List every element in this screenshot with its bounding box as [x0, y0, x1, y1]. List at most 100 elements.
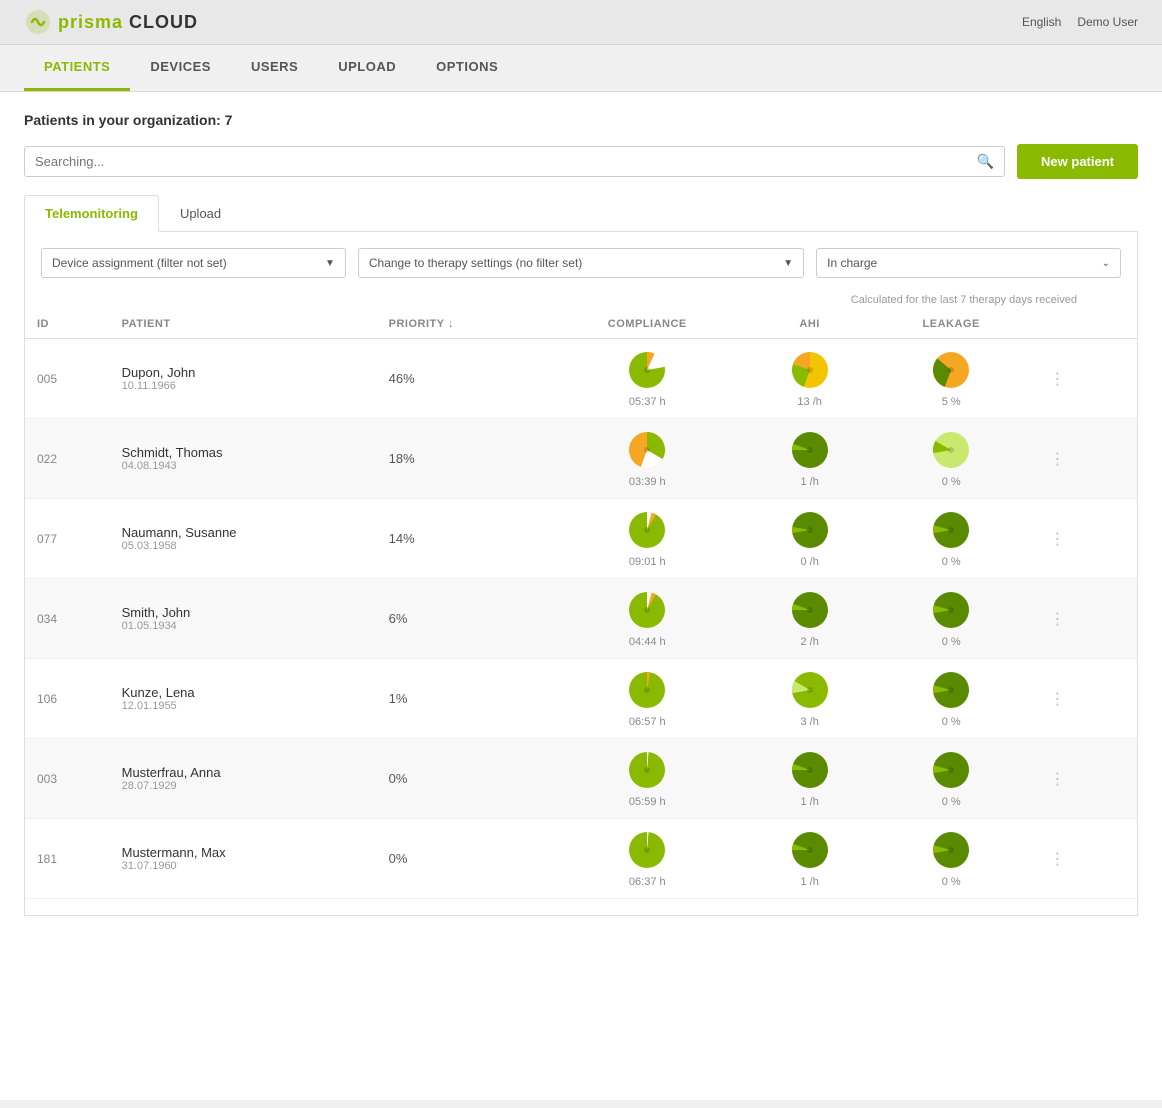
nav-users[interactable]: USERS: [231, 45, 318, 91]
patient-id: 077: [25, 499, 110, 579]
new-patient-button[interactable]: New patient: [1017, 144, 1138, 179]
table-header-row: ID PATIENT PRIORITY ↓ COMPLIANCE AHI LEA…: [25, 310, 1137, 339]
patient-priority: 18%: [377, 419, 549, 499]
row-menu[interactable]: ⋮: [1029, 739, 1137, 819]
table-container: Calculated for the last 7 therapy days r…: [25, 294, 1137, 899]
patient-id: 106: [25, 659, 110, 739]
compliance-chart: 05:37 h: [548, 339, 746, 419]
tab-panel-telemonitoring: Device assignment (filter not set) ▼ Cha…: [24, 232, 1138, 916]
patients-table: ID PATIENT PRIORITY ↓ COMPLIANCE AHI LEA…: [25, 310, 1137, 899]
device-assignment-label: Device assignment (filter not set): [52, 256, 227, 270]
ahi-chart: "/> 3 /h: [746, 659, 873, 739]
patient-info: Dupon, John 10.11.1966: [110, 339, 377, 419]
in-charge-label: In charge: [827, 256, 877, 270]
filter-arrow-device: ▼: [325, 258, 335, 269]
main-content: Patients in your organization: 7 🔍 New p…: [0, 92, 1162, 1100]
therapy-settings-label: Change to therapy settings (no filter se…: [369, 256, 582, 270]
patient-priority: 6%: [377, 579, 549, 659]
table-row[interactable]: 181 Mustermann, Max 31.07.1960 0% 06:37 …: [25, 819, 1137, 899]
row-menu[interactable]: ⋮: [1029, 579, 1137, 659]
patient-priority: 14%: [377, 499, 549, 579]
leakage-chart: 0 %: [873, 819, 1029, 899]
col-priority: PRIORITY ↓: [377, 310, 549, 339]
nav-upload[interactable]: UPLOAD: [318, 45, 416, 91]
compliance-chart: 03:39 h: [548, 419, 746, 499]
row-menu[interactable]: ⋮: [1029, 339, 1137, 419]
logo-icon: [24, 8, 52, 36]
table-row[interactable]: 077 Naumann, Susanne 05.03.1958 14% 09:0…: [25, 499, 1137, 579]
calc-note: Calculated for the last 7 therapy days r…: [25, 294, 1137, 306]
filter-arrow-therapy: ▼: [783, 258, 793, 269]
logo: prisma CLOUD: [24, 8, 198, 36]
leakage-chart: 0 %: [873, 499, 1029, 579]
filter-arrow-charge: ⌄: [1102, 258, 1110, 269]
table-row[interactable]: 005 Dupon, John 10.11.1966 46% 05:37 h 1…: [25, 339, 1137, 419]
patient-info: Smith, John 01.05.1934: [110, 579, 377, 659]
ahi-chart: 0 /h: [746, 499, 873, 579]
compliance-chart: 05:59 h: [548, 739, 746, 819]
compliance-chart: 06:57 h: [548, 659, 746, 739]
row-menu[interactable]: ⋮: [1029, 499, 1137, 579]
device-assignment-filter[interactable]: Device assignment (filter not set) ▼: [41, 248, 346, 278]
patient-id: 005: [25, 339, 110, 419]
patient-info: Mustermann, Max 31.07.1960: [110, 819, 377, 899]
col-actions: [1029, 310, 1137, 339]
tab-telemonitoring[interactable]: Telemonitoring: [24, 195, 159, 232]
search-input[interactable]: [35, 154, 977, 169]
page-title: Patients in your organization: 7: [24, 112, 1138, 128]
compliance-chart: 09:01 h: [548, 499, 746, 579]
nav-bar: PATIENTS DEVICES USERS UPLOAD OPTIONS: [0, 45, 1162, 92]
ahi-chart: 1 /h: [746, 419, 873, 499]
top-right-nav: English Demo User: [1022, 15, 1138, 29]
search-icon: 🔍: [977, 153, 994, 170]
user-menu[interactable]: Demo User: [1077, 15, 1138, 29]
table-row[interactable]: 022 Schmidt, Thomas 04.08.1943 18% 03:39…: [25, 419, 1137, 499]
leakage-chart: 0 %: [873, 419, 1029, 499]
col-compliance: COMPLIANCE: [548, 310, 746, 339]
patient-info: Schmidt, Thomas 04.08.1943: [110, 419, 377, 499]
patient-id: 022: [25, 419, 110, 499]
patient-info: Musterfrau, Anna 28.07.1929: [110, 739, 377, 819]
leakage-chart: 5 %: [873, 339, 1029, 419]
leakage-chart: 0 %: [873, 579, 1029, 659]
patient-priority: 0%: [377, 819, 549, 899]
patient-id: 181: [25, 819, 110, 899]
table-row[interactable]: 034 Smith, John 01.05.1934 6% 04:44 h 2 …: [25, 579, 1137, 659]
tab-bar: Telemonitoring Upload: [24, 195, 1138, 232]
ahi-chart: 2 /h: [746, 579, 873, 659]
nav-devices[interactable]: DEVICES: [130, 45, 231, 91]
therapy-settings-filter[interactable]: Change to therapy settings (no filter se…: [358, 248, 804, 278]
patient-id: 034: [25, 579, 110, 659]
ahi-chart: 13 /h: [746, 339, 873, 419]
patient-priority: 0%: [377, 739, 549, 819]
tab-upload[interactable]: Upload: [159, 195, 242, 231]
leakage-chart: 0 %: [873, 659, 1029, 739]
leakage-chart: 0 %: [873, 739, 1029, 819]
search-row: 🔍 New patient: [24, 144, 1138, 179]
compliance-chart: 06:37 h: [548, 819, 746, 899]
patient-priority: 46%: [377, 339, 549, 419]
col-leakage: LEAKAGE: [873, 310, 1029, 339]
top-bar: prisma CLOUD English Demo User: [0, 0, 1162, 45]
col-id: ID: [25, 310, 110, 339]
row-menu[interactable]: ⋮: [1029, 659, 1137, 739]
row-menu[interactable]: ⋮: [1029, 419, 1137, 499]
nav-patients[interactable]: PATIENTS: [24, 45, 130, 91]
col-ahi: AHI: [746, 310, 873, 339]
filter-row: Device assignment (filter not set) ▼ Cha…: [25, 232, 1137, 286]
nav-options[interactable]: OPTIONS: [416, 45, 518, 91]
row-menu[interactable]: ⋮: [1029, 819, 1137, 899]
patient-id: 003: [25, 739, 110, 819]
patient-priority: 1%: [377, 659, 549, 739]
col-patient: PATIENT: [110, 310, 377, 339]
patient-info: Naumann, Susanne 05.03.1958: [110, 499, 377, 579]
patient-info: Kunze, Lena 12.01.1955: [110, 659, 377, 739]
in-charge-filter[interactable]: In charge ⌄: [816, 248, 1121, 278]
compliance-chart: 04:44 h: [548, 579, 746, 659]
table-row[interactable]: 106 Kunze, Lena 12.01.1955 1% 06:57 h "/…: [25, 659, 1137, 739]
table-row[interactable]: 003 Musterfrau, Anna 28.07.1929 0% 05:59…: [25, 739, 1137, 819]
ahi-chart: 1 /h: [746, 819, 873, 899]
search-box: 🔍: [24, 146, 1005, 177]
language-selector[interactable]: English: [1022, 15, 1061, 29]
ahi-chart: 1 /h: [746, 739, 873, 819]
